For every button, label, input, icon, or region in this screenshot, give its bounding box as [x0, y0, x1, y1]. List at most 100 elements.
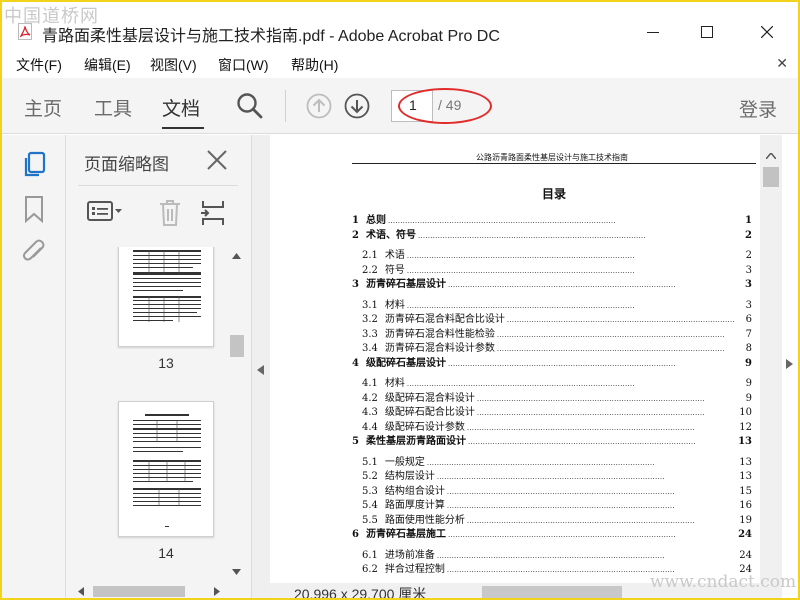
toc-number: 5.1	[362, 456, 378, 468]
close-icon[interactable]	[206, 149, 228, 175]
toc-title: 沥青碎石混合料性能检验	[384, 328, 495, 340]
close-window-button[interactable]	[744, 16, 790, 48]
page-size-readout: 20.996 x 29.700 厘米	[294, 586, 427, 600]
attachment-icon[interactable]	[22, 239, 48, 271]
document-view[interactable]: 公路沥青路面柔性基层设计与施工技术指南 目录 1总则12术语、符号22.1术语2…	[270, 135, 760, 598]
thumbnail-page-13[interactable]	[118, 247, 214, 347]
toc-entry[interactable]: 4.1 材料 9	[352, 374, 752, 389]
toc-page-number: 9	[745, 392, 752, 404]
toc-entry[interactable]: 5.5 路面使用性能分析 19	[352, 511, 752, 526]
toc-page-number: 13	[739, 471, 752, 482]
toc-title: 总则	[365, 215, 386, 226]
toc-leader	[407, 265, 740, 276]
toc-title: 沥青碎石混合料设计参数	[384, 343, 495, 354]
expand-right-icon	[786, 359, 793, 369]
toc-page-number: 9	[745, 378, 752, 389]
toc-entry[interactable]: 1 总则 1	[352, 211, 752, 226]
maximize-button[interactable]	[684, 16, 730, 48]
toc-leader	[447, 486, 737, 497]
toc-number: 4.1	[362, 378, 378, 389]
toc-leader	[407, 378, 740, 389]
toc-entry[interactable]: 4.2 级配碎石混合料设计 9	[352, 389, 752, 404]
tab-tools[interactable]: 工具	[94, 94, 132, 121]
toc-title: 路面厚度计算	[384, 500, 445, 511]
menu-bar: 文件(F) 编辑(E) 视图(V) 窗口(W) 帮助(H) ✕	[2, 52, 798, 76]
thumbnails-scroll-thumb[interactable]	[230, 335, 244, 357]
arrow-up-icon[interactable]	[306, 93, 332, 123]
toc-entry[interactable]: 4.3 级配碎石配合比设计 10	[352, 403, 752, 418]
toc-entry[interactable]: 5.2 结构层设计 13	[352, 467, 752, 482]
insert-page-icon[interactable]	[200, 199, 226, 231]
toc-entry[interactable]: 6.1 进场前准备 24	[352, 546, 752, 561]
options-icon[interactable]	[86, 199, 126, 227]
menu-help[interactable]: 帮助(H)	[291, 55, 338, 75]
toc-entry[interactable]: 2.1 术语 2	[352, 246, 752, 261]
menu-file[interactable]: 文件(F)	[16, 55, 62, 75]
toc-entry[interactable]: 5.3 结构组合设计 15	[352, 482, 752, 497]
minimize-button[interactable]	[630, 16, 676, 48]
tab-home[interactable]: 主页	[24, 94, 62, 121]
trash-icon[interactable]	[158, 199, 182, 231]
toc-title: 拌合过程控制	[384, 564, 445, 575]
toc-entry[interactable]: 3.1 材料 3	[352, 296, 752, 311]
login-button[interactable]: 登录	[739, 95, 777, 122]
thumbnails-scrollbar[interactable]	[229, 247, 244, 583]
menu-edit[interactable]: 编辑(E)	[84, 55, 131, 75]
toc-page-number: 7	[745, 328, 752, 340]
horizontal-scroll-thumb[interactable]	[482, 586, 622, 598]
toc-entry[interactable]: 3.2 沥青碎石混合料配合比设计 6	[352, 310, 752, 325]
toc-entry[interactable]: 2 术语、符号 2	[352, 226, 752, 241]
toc-entry[interactable]: 3.4 沥青碎石混合料设计参数 8	[352, 339, 752, 354]
navigation-rail	[2, 135, 66, 598]
toc-number: 4.4	[362, 421, 378, 433]
toc-number: 6.2	[362, 564, 378, 575]
toc-leader	[507, 314, 740, 325]
toc-number: 6.1	[362, 549, 378, 561]
toc-number: 5.2	[362, 471, 378, 482]
toc-number: 3.2	[362, 314, 378, 325]
toc-number: 4.3	[362, 407, 378, 418]
arrow-down-icon[interactable]	[344, 93, 370, 123]
page-thumbnails-icon[interactable]	[22, 151, 48, 183]
toc-entry[interactable]: 5.4 路面厚度计算 16	[352, 496, 752, 511]
toc-title: 路面使用性能分析	[384, 514, 465, 526]
bookmark-icon[interactable]	[24, 195, 44, 227]
toc-leader	[407, 250, 740, 261]
pdf-page: 公路沥青路面柔性基层设计与施工技术指南 目录 1总则12术语、符号22.1术语2…	[270, 135, 760, 583]
toc-entry[interactable]: 6 沥青碎石基层施工 24	[352, 525, 752, 540]
toc-entry[interactable]: 5.1 一般规定 13	[352, 453, 752, 468]
document-scroll-thumb[interactable]	[763, 167, 779, 187]
toc-title: 符号	[384, 264, 405, 276]
toc-entry[interactable]: 3.3 沥青碎石混合料性能检验 7	[352, 325, 752, 340]
menu-window[interactable]: 窗口(W)	[218, 55, 269, 75]
thumbnail-panel: 页面缩略图 13 14	[66, 135, 252, 598]
toc-entry[interactable]: 5 柔性基层沥青路面设计 13	[352, 432, 752, 447]
toc-number: 2.2	[362, 264, 378, 276]
close-document-icon[interactable]: ✕	[776, 56, 788, 72]
toc-page-number: 13	[738, 436, 752, 447]
thumbnails-hscroll-thumb[interactable]	[93, 586, 185, 597]
toc-page-number: 6	[745, 314, 752, 325]
thumbnail-label: 14	[158, 545, 174, 561]
menu-view[interactable]: 视图(V)	[150, 55, 197, 75]
toc-leader	[497, 343, 740, 354]
toc-entry[interactable]: 4 级配碎石基层设计 9	[352, 354, 752, 369]
panel-title: 页面缩略图	[84, 155, 169, 174]
toc-page-number: 8	[745, 343, 752, 354]
search-icon[interactable]	[236, 92, 264, 124]
toc-title: 结构层设计	[384, 471, 435, 482]
toc-title: 一般规定	[384, 456, 425, 468]
toc-entry[interactable]: 4.4 级配碎石设计参数 12	[352, 418, 752, 433]
thumbnails-hscrollbar[interactable]	[66, 583, 246, 598]
page-heading: 目录	[541, 187, 566, 201]
toc-entry[interactable]: 2.2 符号 3	[352, 261, 752, 276]
toc-page-number: 3	[745, 279, 752, 290]
toc-leader	[448, 358, 740, 369]
thumbnail-label: 13	[158, 355, 174, 371]
panel-divider	[78, 185, 238, 186]
panel-collapse-strip[interactable]	[252, 135, 270, 598]
thumbnail-page-14[interactable]	[118, 401, 214, 537]
tab-document[interactable]: 文档	[162, 94, 200, 121]
toc-entry[interactable]: 3 沥青碎石基层设计 3	[352, 275, 752, 290]
document-scrollbar[interactable]	[760, 135, 782, 585]
